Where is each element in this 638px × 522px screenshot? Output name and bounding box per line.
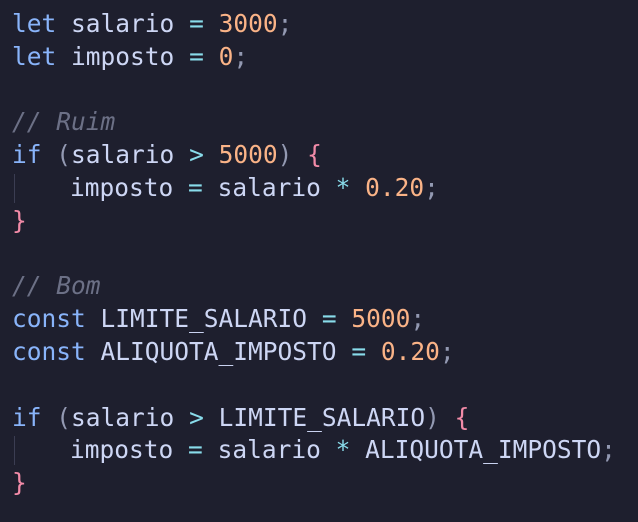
variable-name: salario — [71, 9, 175, 38]
punctuation: ) — [425, 402, 440, 432]
variable-name: salario — [217, 435, 321, 465]
comment: // Ruim — [12, 107, 116, 137]
operator: * — [335, 435, 351, 465]
code-line-15: } — [12, 467, 638, 500]
operator: > — [189, 402, 204, 432]
brace: { — [454, 402, 470, 432]
operator: = — [189, 9, 204, 38]
variable-name: imposto — [70, 435, 174, 465]
operator: = — [189, 41, 204, 71]
code-line-14: imposto = salario * ALIQUOTA_IMPOSTO; — [12, 434, 638, 467]
number-literal: 5000 — [351, 304, 411, 334]
constant-name: LIMITE_SALARIO — [100, 304, 308, 334]
code-line-4: // Ruim — [12, 106, 638, 139]
brace: { — [307, 140, 322, 170]
operator: * — [335, 172, 351, 202]
number-literal: 0.20 — [380, 336, 440, 366]
punctuation: ; — [439, 336, 455, 366]
code-line-11: const ALIQUOTA_IMPOSTO = 0.20; — [12, 336, 638, 369]
operator: > — [189, 140, 204, 170]
punctuation: ; — [277, 9, 293, 38]
code-line-7: } — [12, 205, 638, 238]
punctuation: ; — [601, 435, 616, 465]
variable-name: salario — [71, 140, 175, 170]
comment: // Bom — [12, 271, 101, 301]
number-literal: 0 — [218, 41, 234, 71]
code-line-1: let salario = 3000; — [12, 8, 638, 41]
punctuation: ; — [424, 172, 439, 202]
constant-name: LIMITE_SALARIO — [218, 402, 426, 432]
punctuation: ) — [277, 140, 293, 170]
brace: } — [12, 468, 27, 498]
punctuation: ( — [56, 402, 72, 432]
punctuation: ; — [410, 304, 426, 334]
operator: = — [188, 172, 203, 202]
variable-name: imposto — [70, 172, 174, 202]
code-line-9: // Bom — [12, 270, 638, 303]
brace: } — [12, 205, 27, 235]
keyword: let — [12, 9, 57, 38]
keyword: if — [12, 402, 42, 432]
operator: = — [321, 304, 337, 334]
code-line-5: if (salario > 5000) { — [12, 139, 638, 172]
code-line-13: if (salario > LIMITE_SALARIO) { — [12, 402, 638, 435]
operator: = — [351, 336, 367, 366]
code-editor[interactable]: let salario = 3000; let imposto = 0; // … — [0, 0, 638, 522]
keyword: const — [12, 336, 86, 366]
indent-guide — [14, 436, 15, 466]
keyword: let — [12, 41, 57, 71]
constant-name: ALIQUOTA_IMPOSTO — [100, 336, 337, 366]
operator: = — [188, 435, 203, 465]
code-line-2: let imposto = 0; — [12, 41, 638, 74]
punctuation: ; — [233, 41, 249, 71]
number-literal: 5000 — [218, 140, 278, 170]
keyword: if — [12, 140, 42, 170]
variable-name: salario — [217, 172, 321, 202]
code-line-6: imposto = salario * 0.20; — [12, 172, 638, 205]
number-literal: 0.20 — [365, 172, 425, 202]
variable-name: salario — [71, 402, 175, 432]
constant-name: ALIQUOTA_IMPOSTO — [365, 435, 602, 465]
number-literal: 3000 — [218, 9, 278, 38]
indent-guide — [14, 173, 15, 203]
punctuation: ( — [56, 140, 72, 170]
keyword: const — [12, 304, 86, 334]
code-line-10: const LIMITE_SALARIO = 5000; — [12, 303, 638, 336]
variable-name: imposto — [71, 41, 175, 71]
